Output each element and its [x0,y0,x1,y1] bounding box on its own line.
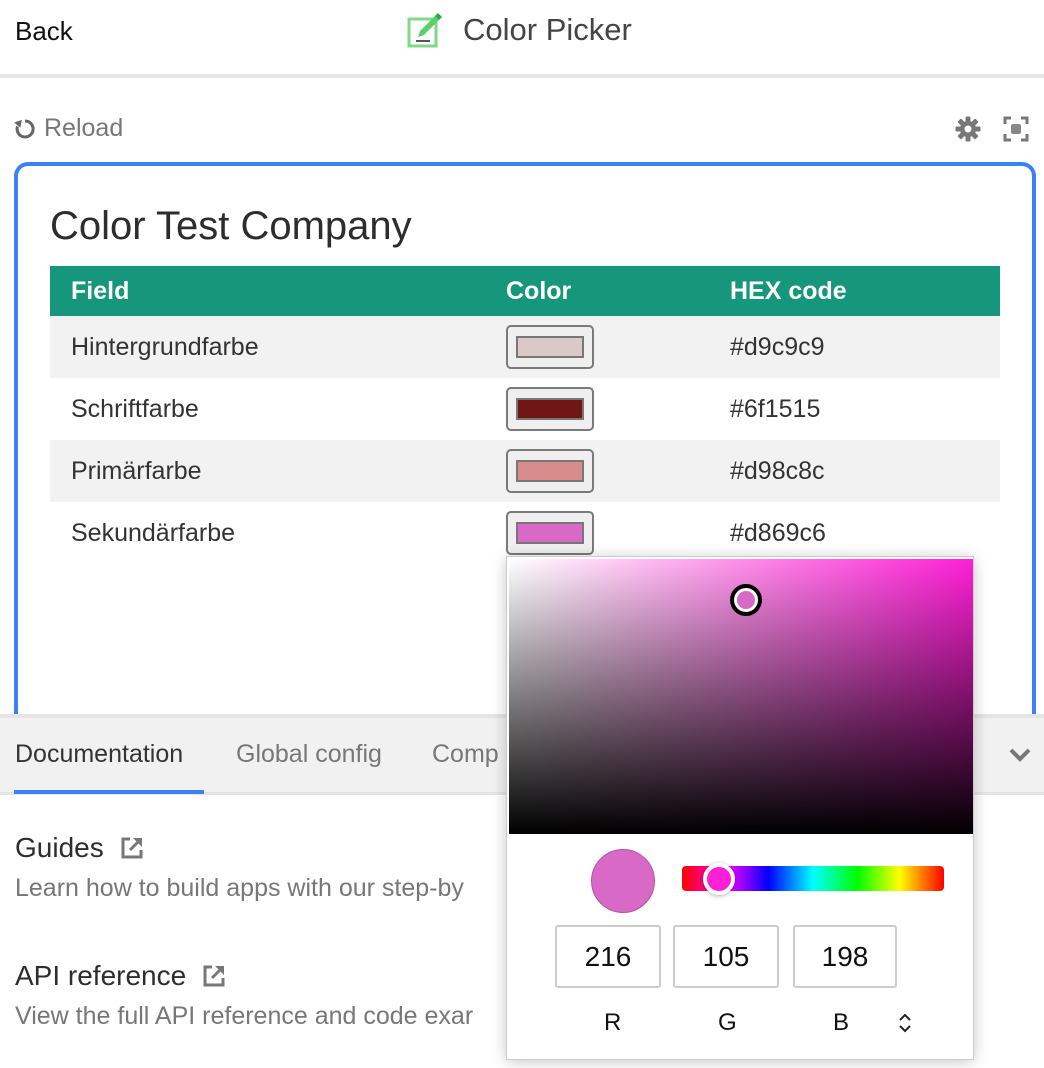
blue-input[interactable] [793,925,897,988]
edit-square-icon [407,13,442,48]
mode-toggle-icon[interactable] [897,1012,913,1034]
external-link-icon [203,965,225,987]
reload-label: Reload [44,114,124,142]
hex-value: #d869c6 [730,518,826,547]
green-input[interactable] [673,925,779,988]
column-header-field: Field [50,266,506,316]
top-bar: Back Color Picker [0,0,1044,74]
color-swatch [516,460,584,482]
field-name: Primärfarbe [50,440,506,502]
selected-color-preview [591,849,655,913]
company-heading: Color Test Company [50,204,412,248]
saturation-value-handle[interactable] [729,584,762,617]
hue-slider-handle[interactable] [702,862,735,895]
active-tab-indicator [14,790,204,794]
chevron-down-icon[interactable] [1007,745,1033,765]
color-swatch-button[interactable] [506,511,594,555]
field-name: Sekundärfarbe [71,518,236,547]
tab-global-config[interactable]: Global config [236,740,382,769]
table-row: Hintergrundfarbe #d9c9c9 [50,316,1000,378]
hue-slider[interactable] [682,862,944,895]
table-row: Sekundärfarbe #d869c6 [50,502,1000,564]
column-header-color: Color [506,266,730,316]
field-name: Hintergrundfarbe [50,316,506,378]
green-label: G [718,1009,737,1036]
color-table: Field Color HEX code Hintergrundfarbe #d… [50,266,1000,564]
gear-icon[interactable] [955,116,981,142]
column-header-hex: HEX code [730,266,1000,316]
api-reference-description: View the full API reference and code exa… [15,1002,474,1030]
reload-icon [14,118,35,138]
guides-description: Learn how to build apps with our step-by [15,874,464,902]
hex-value: #6f1515 [730,394,821,423]
reload-button[interactable]: Reload [14,114,123,143]
color-swatch-button[interactable] [506,387,594,431]
tab-documentation[interactable]: Documentation [15,740,183,769]
blue-label: B [833,1009,850,1036]
api-reference-title: API reference [15,960,187,991]
color-swatch [516,522,584,544]
saturation-value-handle-fill [736,591,755,610]
table-row: Primärfarbe #d98c8c [50,440,1000,502]
table-row: Schriftfarbe #6f1515 [50,378,1000,440]
tab-components[interactable]: Comp [432,740,499,769]
color-swatch-button[interactable] [506,325,594,369]
table-header-row: Field Color HEX code [50,266,1000,316]
saturation-value-area[interactable] [509,559,973,834]
hex-value: #d98c8c [730,440,1000,502]
page-title: Color Picker [407,12,632,48]
back-button[interactable]: Back [15,16,73,47]
field-name: Schriftfarbe [71,394,199,423]
external-link-icon [121,837,143,859]
header-divider [0,74,1044,78]
guides-title: Guides [15,832,104,863]
color-swatch [516,336,584,358]
api-reference-link[interactable]: API reference [15,960,226,992]
color-swatch [516,398,584,420]
color-picker-popover: R G B [506,556,974,1060]
focus-frame-icon[interactable] [1003,116,1029,142]
title-text: Color Picker [463,12,632,47]
guides-link[interactable]: Guides [15,832,144,864]
red-label: R [604,1009,622,1036]
hex-value: #d9c9c9 [730,316,1000,378]
color-swatch-button[interactable] [506,449,594,493]
red-input[interactable] [555,925,661,988]
